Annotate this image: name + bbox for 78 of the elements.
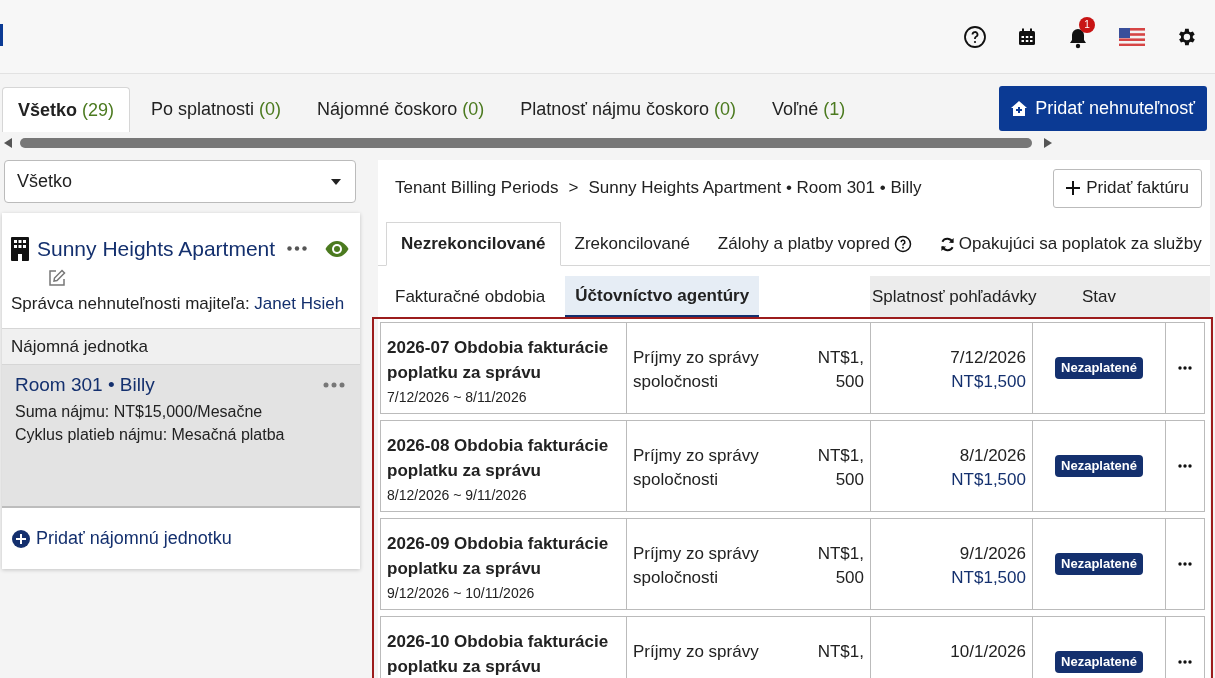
column-header: Splatnosť pohľadávky <box>871 286 1038 309</box>
more-icon[interactable] <box>1178 660 1192 664</box>
edit-icon[interactable] <box>48 268 66 287</box>
section-heading: Nájomná jednotka <box>2 328 360 365</box>
item-amount: NT$1, 500 <box>816 445 864 491</box>
add-invoice-button[interactable]: Pridať faktúru <box>1053 168 1202 208</box>
billing-tab[interactable]: Zrekoncilované <box>560 222 704 266</box>
flag-icon[interactable] <box>1119 27 1145 46</box>
plus-icon <box>1066 181 1081 195</box>
filter-tab[interactable]: Platnosť nájmu čoskoro (0) <box>505 87 752 132</box>
unit-item[interactable]: Room 301 • Billy Suma nájmu: NT$15,000/Mesačne Cyklus platieb nájmu: Mesačná platba <box>2 365 360 508</box>
table-row[interactable]: 2026-08 Obdobia fakturácie poplatku za správu 8/12/2026 ~ 9/11/2026 Príjmy zo správy spoločnosti NT$1, 500 8/1/2026 NT$1,500 Nezaplatené <box>380 420 1205 512</box>
item-description: Príjmy zo správy <box>633 641 760 663</box>
table-row[interactable]: 2026-10 Obdobia fakturácie poplatku za správu Príjmy zo správy NT$1, 10/1/2026 Nezaplatené <box>380 616 1205 678</box>
sub-tab[interactable]: Účtovníctvo agentúry <box>565 276 760 318</box>
caret-icon <box>331 178 341 185</box>
more-icon[interactable] <box>1178 464 1192 468</box>
add-property-button[interactable]: Pridať nehnuteľnosť <box>999 86 1207 131</box>
billing-tab[interactable]: Opakujúci sa poplatok za služby <box>925 222 1215 266</box>
status-badge: Nezaplatené <box>1055 553 1143 575</box>
filter-dropdown[interactable]: Všetko <box>4 160 356 203</box>
help-icon <box>893 235 912 253</box>
eye-icon[interactable] <box>325 239 350 258</box>
filter-tab[interactable]: Nájomné čoskoro (0) <box>302 87 500 132</box>
item-amount: NT$1, 500 <box>816 543 864 589</box>
billing-tab[interactable]: Nezrekoncilované <box>386 222 561 266</box>
filter-tab[interactable]: Všetko (29) <box>2 87 131 132</box>
period-dates: 9/12/2026 ~ 10/11/2026 <box>387 584 536 603</box>
period-title: 2026-07 Obdobia fakturácie poplatku za správu <box>387 337 610 384</box>
plus-circle-icon <box>12 529 30 548</box>
more-icon[interactable] <box>1178 562 1192 566</box>
due-date: 8/1/2026 <box>959 445 1026 467</box>
breadcrumb-separator: > <box>568 177 579 200</box>
due-date: 7/12/2026 <box>950 347 1026 369</box>
period-title: 2026-10 Obdobia fakturácie poplatku za správu <box>387 631 610 678</box>
status-badge: Nezaplatené <box>1055 455 1143 477</box>
more-icon[interactable] <box>287 246 308 252</box>
house-plus-icon <box>1011 101 1028 116</box>
item-amount: NT$1, 500 <box>816 347 864 393</box>
more-icon[interactable] <box>1178 366 1192 370</box>
item-description: Príjmy zo správy spoločnosti <box>633 347 760 393</box>
bell-icon[interactable] <box>1067 26 1089 49</box>
due-date: 9/1/2026 <box>959 543 1026 565</box>
breadcrumb-link[interactable]: Tenant Billing Periods <box>395 175 559 201</box>
property-name[interactable]: Sunny Heights Apartment <box>37 233 276 265</box>
table-row[interactable]: 2026-09 Obdobia fakturácie poplatku za správu 9/12/2026 ~ 10/11/2026 Príjmy zo správy spoločnosti NT$1, 500 9/1/2026 NT$1,500 Nezaplatené <box>380 518 1205 610</box>
due-amount: NT$1,500 <box>951 371 1026 393</box>
breadcrumb-current: Sunny Heights Apartment • Room 301 • Billy <box>588 177 922 200</box>
logo-edge <box>0 24 3 46</box>
item-description: Príjmy zo správy spoločnosti <box>633 445 760 491</box>
refresh-icon <box>939 236 955 252</box>
period-title: 2026-08 Obdobia fakturácie poplatku za správu <box>387 435 610 482</box>
item-amount: NT$1, <box>816 641 864 663</box>
item-description: Príjmy zo správy spoločnosti <box>633 543 760 589</box>
billing-tab[interactable]: Zálohy a platby vopred <box>703 222 926 266</box>
manager-label: Správca nehnuteľnosti majiteľa: <box>11 293 251 313</box>
period-title: 2026-09 Obdobia fakturácie poplatku za správu <box>387 533 610 580</box>
due-amount: NT$1,500 <box>951 567 1026 589</box>
building-icon <box>11 236 29 261</box>
calendar-icon[interactable] <box>1017 26 1037 47</box>
manager-link[interactable]: Janet Hsieh <box>254 293 345 313</box>
filter-tab[interactable]: Voľné (1) <box>757 87 861 132</box>
status-badge: Nezaplatené <box>1055 651 1143 673</box>
help-icon[interactable] <box>963 24 987 49</box>
table-row[interactable]: 2026-07 Obdobia fakturácie poplatku za správu 7/12/2026 ~ 8/11/2026 Príjmy zo správy spoločnosti NT$1, 500 7/12/2026 NT$1,500 Nezaplatené <box>380 322 1205 414</box>
unit-rent: Suma nájmu: NT$15,000/Mesačne <box>15 401 264 422</box>
due-date: 10/1/2026 <box>950 641 1026 663</box>
unit-title[interactable]: Room 301 • Billy <box>15 371 155 400</box>
notification-badge: 1 <box>1079 16 1095 33</box>
add-unit-link[interactable]: Pridať nájomnú jednotku <box>2 508 242 569</box>
filter-tab[interactable]: Po splatnosti (0) <box>136 87 297 132</box>
status-badge: Nezaplatené <box>1055 357 1143 379</box>
unit-cycle: Cyklus platieb nájmu: Mesačná platba <box>15 424 286 445</box>
due-amount: NT$1,500 <box>951 469 1026 491</box>
sub-tab[interactable]: Fakturačné obdobia <box>385 276 556 318</box>
period-dates: 8/12/2026 ~ 9/11/2026 <box>387 486 528 505</box>
column-header: Stav <box>1082 286 1117 309</box>
period-dates: 7/12/2026 ~ 8/11/2026 <box>387 388 528 407</box>
